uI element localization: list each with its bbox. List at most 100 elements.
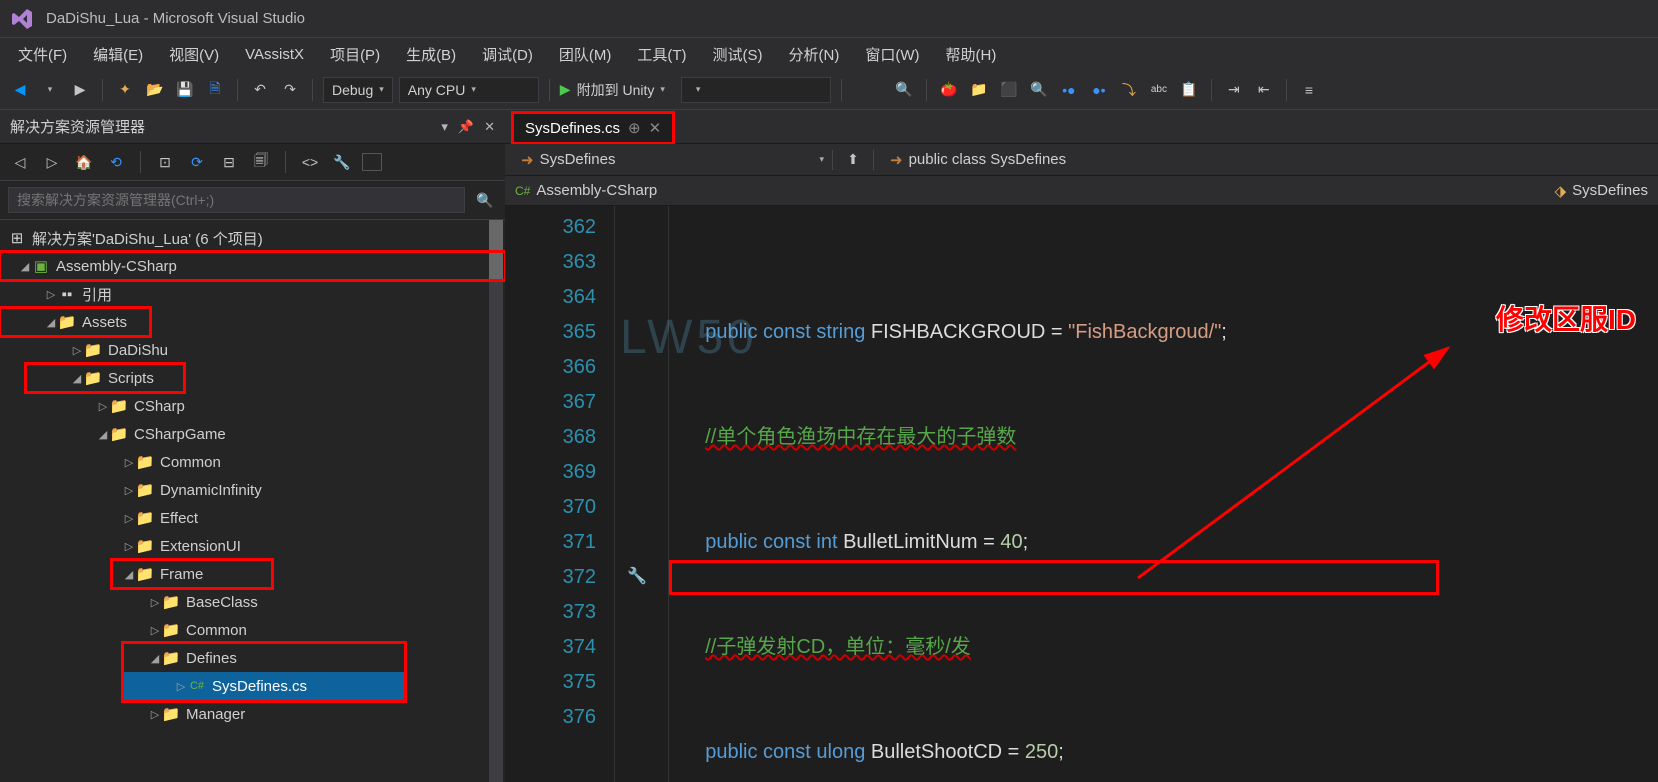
menu-vassist[interactable]: VAssistX (233, 42, 316, 67)
nav-member-dropdown[interactable]: ➜ public class SysDefines (882, 149, 1074, 171)
nav-forward-icon[interactable]: ▶ (68, 78, 92, 102)
find-icon[interactable]: 🔍 (892, 78, 916, 102)
back-icon[interactable]: ◁ (8, 150, 32, 174)
references-node[interactable]: ▷ ▪▪ 引用 (0, 280, 505, 308)
va-dot1-icon[interactable]: •● (1057, 78, 1081, 102)
start-button[interactable]: ▶ 附加到 Unity ▾ (560, 80, 665, 100)
search-icon[interactable]: 🔍 (473, 188, 497, 212)
nav-prev-icon[interactable]: ⬆ (841, 148, 865, 172)
assets-node[interactable]: ◢ 📁 Assets (0, 308, 150, 336)
scripts-node[interactable]: ◢ 📁 Scripts (26, 364, 184, 392)
nav-back-icon[interactable]: ◀ (8, 78, 32, 102)
menu-edit[interactable]: 编辑(E) (81, 40, 155, 69)
navigation-bar: ➜ SysDefines ▾ ⬆ ➜ public class SysDefin… (505, 144, 1658, 176)
common-node[interactable]: ▷ 📁 Common (0, 448, 505, 476)
frame-node[interactable]: ◢ 📁 Frame (112, 560, 272, 588)
caret-collapsed-icon: ▷ (122, 512, 136, 525)
dropdown-icon[interactable]: ▾ (441, 119, 448, 135)
defines-node[interactable]: ◢ 📁 Defines (124, 644, 404, 672)
caret-expanded-icon: ◢ (44, 316, 58, 329)
nav-class-dropdown[interactable]: ➜ SysDefines (513, 149, 623, 171)
close-icon[interactable]: ✕ (484, 119, 495, 135)
collapse-icon[interactable]: ⊟ (217, 150, 241, 174)
va-search-icon[interactable]: 🔍 (1027, 78, 1051, 102)
menu-build[interactable]: 生成(B) (394, 40, 468, 69)
pin-icon[interactable]: 📌 (458, 119, 474, 135)
separator (926, 79, 927, 101)
outdent-icon[interactable]: ⇤ (1252, 78, 1276, 102)
comment-icon[interactable]: ≡ (1297, 78, 1321, 102)
pin-tab-icon[interactable]: ⊕ (628, 119, 641, 137)
config-dropdown[interactable]: Debug▾ (323, 77, 393, 103)
folder-icon: 📁 (136, 510, 154, 526)
preview-icon[interactable] (362, 153, 382, 171)
menu-project[interactable]: 项目(P) (318, 40, 392, 69)
effect-node[interactable]: ▷ 📁 Effect (0, 504, 505, 532)
close-tab-icon[interactable]: ✕ (649, 119, 662, 137)
folder-icon: 📁 (84, 342, 102, 358)
home-icon[interactable]: 🏠 (72, 150, 96, 174)
dyninf-label: DynamicInfinity (160, 482, 262, 499)
type-context[interactable]: ⬗ SysDefines (1555, 182, 1648, 200)
dyninf-node[interactable]: ▷ 📁 DynamicInfinity (0, 476, 505, 504)
platform-dropdown[interactable]: Any CPU▾ (399, 77, 539, 103)
menu-file[interactable]: 文件(F) (6, 40, 79, 69)
menu-window[interactable]: 窗口(W) (853, 40, 931, 69)
sysdefines-node[interactable]: ▷ C# SysDefines.cs (124, 672, 404, 700)
nav-class-label: SysDefines (540, 151, 616, 168)
quick-action-icon[interactable]: 🔧 (627, 566, 647, 586)
separator (1211, 79, 1212, 101)
code-content[interactable]: public const string FISHBACKGROUD = "Fis… (669, 206, 1658, 782)
csharpgame-node[interactable]: ◢ 📁 CSharpGame (0, 420, 505, 448)
dadishu-node[interactable]: ▷ 📁 DaDiShu (0, 336, 505, 364)
new-file-icon[interactable]: ✦ (113, 78, 137, 102)
menu-debug[interactable]: 调试(D) (470, 40, 545, 69)
empty-dropdown[interactable]: ▾ (681, 77, 831, 103)
menu-test[interactable]: 测试(S) (701, 40, 775, 69)
document-tab[interactable]: SysDefines.cs ⊕ ✕ (513, 113, 673, 143)
baseclass-node[interactable]: ▷ 📁 BaseClass (0, 588, 505, 616)
va-paste-icon[interactable]: 📋 (1177, 78, 1201, 102)
va-icon2[interactable]: ⬛ (997, 78, 1021, 102)
menu-view[interactable]: 视图(V) (157, 40, 231, 69)
sync-icon[interactable]: ⟲ (104, 150, 128, 174)
open-icon[interactable]: 📂 (143, 78, 167, 102)
save-all-icon[interactable]: 🗎 (203, 78, 227, 102)
common2-node[interactable]: ▷ 📁 Common (0, 616, 505, 644)
va-abc-icon[interactable]: abc (1147, 78, 1171, 102)
code-editor[interactable]: 362 363 364 365 366 367 368 369 370 371 … (505, 206, 1658, 782)
references-label: 引用 (82, 284, 112, 305)
indent-icon[interactable]: ⇥ (1222, 78, 1246, 102)
forward-icon[interactable]: ▷ (40, 150, 64, 174)
save-icon[interactable]: 💾 (173, 78, 197, 102)
menu-team[interactable]: 团队(M) (547, 40, 624, 69)
manager-node[interactable]: ▷ 📁 Manager (0, 700, 505, 728)
scope-icon[interactable]: ⊡ (153, 150, 177, 174)
line-number: 374 (505, 630, 596, 665)
refresh-icon[interactable]: ⟳ (185, 150, 209, 174)
csharp-node[interactable]: ▷ 📁 CSharp (0, 392, 505, 420)
undo-icon[interactable]: ↶ (248, 78, 272, 102)
tomato-icon[interactable]: 🍅 (937, 78, 961, 102)
caret-collapsed-icon: ▷ (174, 680, 188, 693)
project-context[interactable]: C# Assembly-CSharp (515, 182, 657, 199)
properties-icon[interactable]: 🔧 (330, 150, 354, 174)
menu-help[interactable]: 帮助(H) (934, 40, 1009, 69)
code-icon[interactable]: <> (298, 150, 322, 174)
nav-dropdown-icon[interactable]: ▾ (38, 78, 62, 102)
caret-expanded-icon: ◢ (148, 652, 162, 665)
separator (1286, 79, 1287, 101)
showall-icon[interactable]: 🗐 (249, 150, 273, 174)
extui-node[interactable]: ▷ 📁 ExtensionUI (0, 532, 505, 560)
redo-icon[interactable]: ↷ (278, 78, 302, 102)
va-trace-icon[interactable]: ⤵ (1117, 78, 1141, 102)
solution-node[interactable]: ⊞ 解决方案'DaDiShu_Lua' (6 个项目) (0, 224, 505, 252)
dropdown-icon[interactable]: ▾ (819, 154, 824, 165)
explorer-search-input[interactable] (8, 187, 465, 213)
va-icon1[interactable]: 📁 (967, 78, 991, 102)
menu-analyze[interactable]: 分析(N) (777, 40, 852, 69)
va-dot2-icon[interactable]: ●• (1087, 78, 1111, 102)
menu-tools[interactable]: 工具(T) (625, 40, 698, 69)
project-node[interactable]: ◢ ▣ Assembly-CSharp (0, 252, 505, 280)
folder-icon: 📁 (84, 370, 102, 386)
